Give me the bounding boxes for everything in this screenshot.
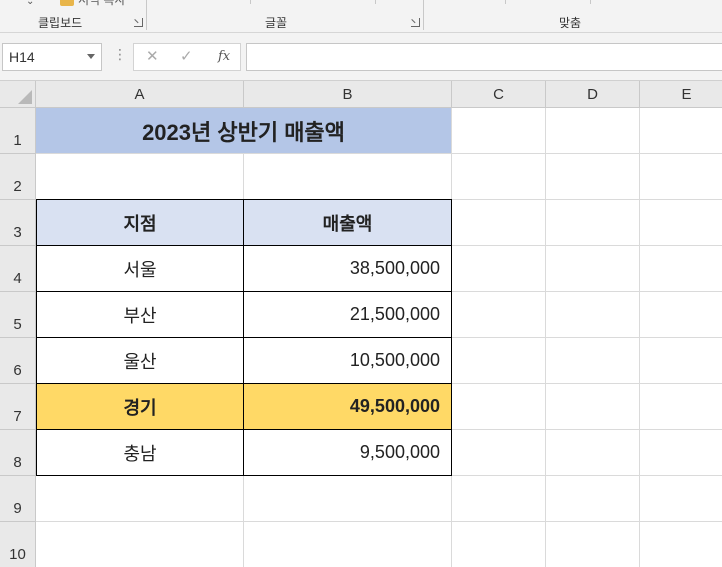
cell[interactable] xyxy=(640,154,722,200)
chevron-down-icon[interactable] xyxy=(87,54,95,59)
cell[interactable] xyxy=(546,200,640,246)
cell[interactable] xyxy=(546,246,640,292)
group-label-font: 글꼴 xyxy=(265,16,288,30)
row-header[interactable]: 6 xyxy=(0,338,36,384)
select-all-button[interactable] xyxy=(0,81,36,108)
cell[interactable] xyxy=(546,338,640,384)
column-header-e[interactable]: E xyxy=(640,81,722,108)
group-label-clipboard: 클립보드 xyxy=(38,16,83,30)
cancel-icon[interactable]: ✕ xyxy=(146,47,159,65)
cell[interactable] xyxy=(640,430,722,476)
clipboard-launcher-icon[interactable] xyxy=(134,18,143,27)
cell[interactable] xyxy=(546,384,640,430)
column-header-c[interactable]: C xyxy=(452,81,546,108)
table-header-branch[interactable]: 지점 xyxy=(37,200,244,246)
formula-bar: H14 ⋮ ✕ ✓ fx xyxy=(0,33,722,81)
cell[interactable] xyxy=(640,246,722,292)
worksheet-grid: A B C D E 1 2 3 4 5 6 7 8 9 10 2023년 상반기… xyxy=(0,81,722,567)
cell[interactable] xyxy=(452,384,546,430)
group-label-alignment: 맞춤 xyxy=(559,16,582,30)
row-header[interactable]: 10 xyxy=(0,522,36,567)
cell[interactable] xyxy=(640,108,722,154)
cell[interactable] xyxy=(452,108,546,154)
cell[interactable] xyxy=(546,108,640,154)
format-painter-label[interactable]: 서식 복사 xyxy=(78,0,126,8)
cell[interactable] xyxy=(452,154,546,200)
name-box-value: H14 xyxy=(9,49,35,65)
insert-function-icon[interactable]: fx xyxy=(218,49,230,64)
sheet-title-cell[interactable]: 2023년 상반기 매출액 xyxy=(36,108,452,154)
table-header-sales[interactable]: 매출액 xyxy=(244,200,451,246)
table-cell-sales[interactable]: 9,500,000 xyxy=(244,430,451,475)
cell[interactable] xyxy=(452,246,546,292)
cell[interactable] xyxy=(452,338,546,384)
row-header[interactable]: 5 xyxy=(0,292,36,338)
font-launcher-icon[interactable] xyxy=(411,18,420,27)
cell[interactable] xyxy=(244,154,452,200)
row-header[interactable]: 2 xyxy=(0,154,36,200)
cell[interactable] xyxy=(546,292,640,338)
column-header-b[interactable]: B xyxy=(244,81,452,108)
table-cell-sales-highlight[interactable]: 49,500,000 xyxy=(244,384,451,430)
table-cell-sales[interactable]: 21,500,000 xyxy=(244,292,451,338)
cell[interactable] xyxy=(640,476,722,522)
column-header-d[interactable]: D xyxy=(546,81,640,108)
formula-buttons: ✕ ✓ fx xyxy=(133,43,241,71)
more-options-icon[interactable]: ⋮ xyxy=(113,47,127,61)
cell[interactable] xyxy=(546,522,640,567)
column-header-a[interactable]: A xyxy=(36,81,244,108)
row-header[interactable]: 8 xyxy=(0,430,36,476)
cell[interactable] xyxy=(546,430,640,476)
chevron-down-icon[interactable]: ⌄ xyxy=(26,0,34,7)
table-cell-branch[interactable]: 충남 xyxy=(37,430,244,475)
table-cell-branch[interactable]: 울산 xyxy=(37,338,244,384)
ribbon: ⌄ 서식 복사 클립보드 글꼴 맞춤 xyxy=(0,0,722,33)
table-cell-branch[interactable]: 서울 xyxy=(37,246,244,292)
name-box[interactable]: H14 xyxy=(2,43,102,71)
cell[interactable] xyxy=(546,476,640,522)
sales-table: 지점 매출액 서울 38,500,000 부산 21,500,000 울산 10… xyxy=(36,199,452,476)
enter-icon[interactable]: ✓ xyxy=(180,47,193,65)
cell[interactable] xyxy=(244,476,452,522)
cell[interactable] xyxy=(640,338,722,384)
cell[interactable] xyxy=(36,154,244,200)
row-header[interactable]: 3 xyxy=(0,200,36,246)
table-cell-sales[interactable]: 10,500,000 xyxy=(244,338,451,384)
row-header[interactable]: 4 xyxy=(0,246,36,292)
row-header[interactable]: 9 xyxy=(0,476,36,522)
cell[interactable] xyxy=(452,200,546,246)
format-painter-icon[interactable] xyxy=(60,0,74,6)
cell[interactable] xyxy=(452,522,546,567)
cell[interactable] xyxy=(36,522,244,567)
cell[interactable] xyxy=(244,522,452,567)
formula-input[interactable] xyxy=(246,43,722,71)
cell[interactable] xyxy=(546,154,640,200)
cell[interactable] xyxy=(452,430,546,476)
cell[interactable] xyxy=(640,200,722,246)
cell[interactable] xyxy=(452,292,546,338)
cell[interactable] xyxy=(640,522,722,567)
table-cell-sales[interactable]: 38,500,000 xyxy=(244,246,451,292)
table-cell-branch[interactable]: 부산 xyxy=(37,292,244,338)
cell[interactable] xyxy=(640,384,722,430)
cell[interactable] xyxy=(640,292,722,338)
cell[interactable] xyxy=(452,476,546,522)
row-header[interactable]: 7 xyxy=(0,384,36,430)
cell[interactable] xyxy=(36,476,244,522)
row-header[interactable]: 1 xyxy=(0,108,36,154)
table-cell-branch-highlight[interactable]: 경기 xyxy=(37,384,244,430)
